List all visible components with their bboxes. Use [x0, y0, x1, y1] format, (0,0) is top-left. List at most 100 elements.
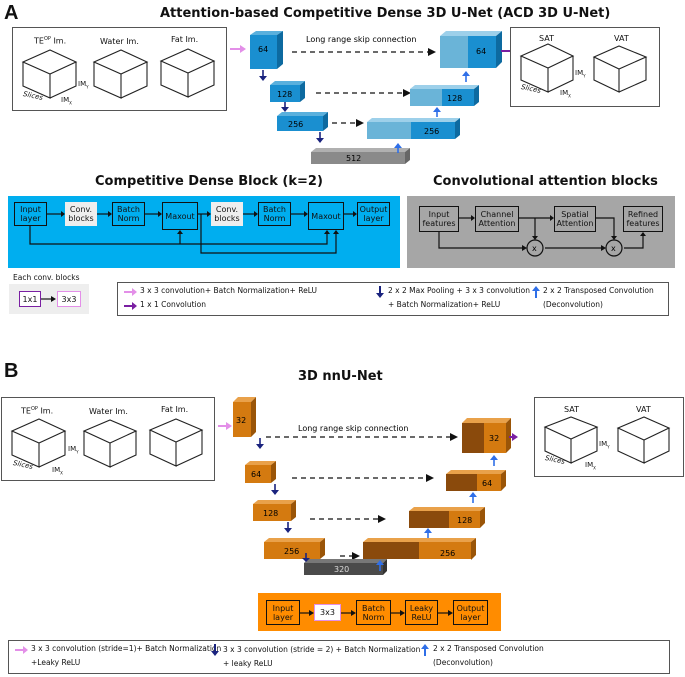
- navy-arrow-down-icon: [271, 484, 279, 495]
- encoder-label-64: 64: [258, 45, 268, 54]
- blue-arrow-up-icon: [424, 528, 432, 538]
- axis-label-imy: IMY: [575, 69, 586, 79]
- navy-arrow-down-icon: [259, 70, 267, 81]
- skip-connection-label: Long range skip connection: [298, 424, 408, 433]
- decoder-block-256: [367, 118, 460, 139]
- navy-arrow-down-icon: [256, 438, 264, 449]
- decoder-label-64: 64: [482, 479, 492, 488]
- decoder-label-128: 128: [447, 94, 462, 103]
- skip-arrowhead-icon: [356, 119, 364, 127]
- multiply-symbol: x: [532, 244, 537, 253]
- cab-title: Convolutional attention blocks: [433, 174, 658, 189]
- axis-label-imx: IMX: [61, 96, 72, 106]
- nnunet-block-flow: Input layer 3x3 Batch Norm Leaky ReLU Ou…: [258, 593, 501, 631]
- encoder-label-256: 256: [284, 547, 299, 556]
- skip-arrowhead-icon: [378, 515, 386, 523]
- cube-icon: [159, 48, 216, 98]
- input-cubes-a: [21, 48, 216, 99]
- pink-arrow-right-icon: [124, 288, 137, 296]
- decoder-label-64: 64: [476, 47, 486, 56]
- cube-icon: [148, 418, 204, 467]
- panel-a-output-box: SAT VAT IMY IMX Slices: [510, 27, 660, 107]
- cube-icon: [616, 416, 671, 464]
- legend-a-item-4-line2: (Deconvolution): [543, 300, 603, 309]
- axis-label-imx: IMX: [560, 89, 571, 99]
- panel-a-title: Attention-based Competitive Dense 3D U-N…: [160, 6, 611, 21]
- skip-arrowhead-icon: [428, 48, 436, 56]
- bottleneck-label-320: 320: [334, 565, 349, 574]
- panel-b-output-box: SAT VAT IMY IMX Slices: [534, 397, 684, 477]
- encoder-label-128: 128: [277, 90, 292, 99]
- cdb-diagram: Input layer Conv. blocks Batch Norm Maxo…: [8, 196, 400, 268]
- legend-b-item-3-line2: (Deconvolution): [433, 658, 493, 667]
- decoder-block-128: [409, 507, 485, 528]
- decoder-block-256: [363, 538, 476, 560]
- cdb-title: Competitive Dense Block (k=2): [95, 174, 323, 189]
- skip-arrowhead-icon: [403, 89, 411, 97]
- decoder-label-256: 256: [424, 127, 439, 136]
- decoder-block-32: [462, 418, 511, 453]
- axis-label-imy: IMY: [78, 80, 89, 90]
- input-cubes-b: [10, 418, 204, 468]
- axis-label-imy: IMY: [68, 445, 79, 455]
- encoder-label-64: 64: [251, 470, 261, 479]
- bottleneck-label-512: 512: [346, 154, 361, 163]
- conv-blocks-title: Each conv. blocks: [13, 273, 80, 282]
- blue-arrow-up-icon: [433, 107, 441, 117]
- legend-a-item-2: 1 x 1 Convolution: [140, 300, 206, 309]
- encoder-label-128: 128: [263, 509, 278, 518]
- panel-b-input-box: TEOP Im. Water Im. Fat Im. IMY IMX Slice…: [1, 397, 215, 481]
- legend-b-item-2-line2: + leaky ReLU: [223, 659, 273, 668]
- axis-label-imy: IMY: [599, 440, 610, 450]
- multiply-symbol: x: [611, 244, 616, 253]
- navy-arrow-down-icon: [281, 102, 289, 112]
- panel-a-legend: 3 x 3 convolution+ Batch Normalization+ …: [117, 282, 669, 316]
- decoder-block-128: [410, 85, 479, 106]
- blue-arrow-up-icon: [490, 455, 498, 466]
- pink-arrow-right-icon: [218, 422, 232, 430]
- output-cubes-b: [543, 416, 671, 464]
- encoder-label-32: 32: [236, 416, 246, 425]
- panel-b-legend: 3 x 3 convolution (stride=1)+ Batch Norm…: [8, 640, 670, 674]
- blue-arrow-up-icon: [469, 492, 477, 503]
- legend-b-item-1: 3 x 3 convolution (stride=1)+ Batch Norm…: [31, 644, 222, 653]
- navy-arrow-down-icon: [211, 644, 219, 656]
- panel-a-letter: A: [4, 2, 19, 24]
- encoder-label-256: 256: [288, 120, 303, 129]
- legend-b-item-3: 2 x 2 Transposed Convolution: [433, 644, 544, 653]
- axis-label-imx: IMX: [585, 461, 596, 471]
- blue-arrow-up-icon: [421, 644, 429, 656]
- decoder-block-64: [446, 470, 506, 491]
- flow-connectors: [300, 610, 453, 616]
- cube-icon: [92, 49, 149, 99]
- conv-blocks-diagram: 1x1 3x3: [9, 284, 89, 314]
- blue-arrow-up-icon: [462, 71, 470, 82]
- decoder-label-32: 32: [489, 434, 499, 443]
- navy-arrow-down-icon: [284, 522, 292, 533]
- legend-a-item-3: 2 x 2 Max Pooling + 3 x 3 convolution: [388, 286, 531, 295]
- nnunet-diagram: 32 Long range skip connection 64 128 256…: [218, 397, 518, 575]
- blue-arrow-up-icon: [532, 286, 540, 298]
- skip-arrowhead-icon: [426, 474, 434, 482]
- decoder-label-256: 256: [440, 549, 455, 558]
- cdb-connectors: [29, 211, 357, 254]
- decoder-block-64: [440, 31, 502, 68]
- legend-a-item-1: 3 x 3 convolution+ Batch Normalization+ …: [140, 286, 318, 295]
- axis-label-imx: IMX: [52, 466, 63, 476]
- legend-a-item-3-line2: + Batch Normalization+ ReLU: [388, 300, 501, 309]
- panel-b-title: 3D nnU-Net: [298, 369, 383, 384]
- cube-icon: [82, 419, 138, 468]
- cab-connectors: x x: [438, 215, 646, 257]
- pink-arrow-right-icon: [15, 646, 28, 654]
- decoder-label-128: 128: [457, 516, 472, 525]
- legend-b-item-1-line2: +Leaky ReLU: [31, 658, 81, 667]
- purple-arrow-right-icon: [124, 302, 137, 310]
- panel-b-letter: B: [4, 360, 19, 382]
- legend-a-item-4: 2 x 2 Transposed Convolution: [543, 286, 654, 295]
- navy-arrow-down-icon: [376, 286, 384, 298]
- output-cubes-a: [519, 43, 648, 93]
- skip-arrowhead-icon: [450, 433, 458, 441]
- pink-arrow-right-icon: [230, 45, 246, 53]
- panel-a-input-box: TEOP Im. Water Im. Fat Im. IMY IMX Slice…: [12, 27, 227, 111]
- skip-connection-label: Long range skip connection: [306, 35, 416, 44]
